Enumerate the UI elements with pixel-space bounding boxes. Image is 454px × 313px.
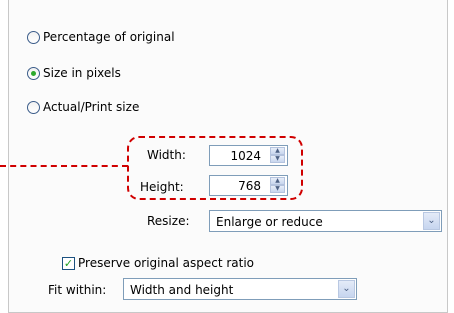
resize-value: Enlarge or reduce — [216, 215, 323, 229]
resize-select[interactable]: Enlarge or reduce ⌄ — [209, 210, 442, 232]
fit-within-label: Fit within: — [48, 283, 107, 297]
chevron-down-icon[interactable]: ⌄ — [338, 280, 355, 298]
radio-actual-print-size[interactable] — [27, 101, 40, 114]
percentage-label: Percentage of original — [43, 30, 175, 44]
highlight-leader-line — [0, 165, 128, 167]
chevron-down-icon[interactable]: ⌄ — [423, 212, 440, 230]
resize-label: Resize: — [147, 214, 190, 228]
actual-print-size-label: Actual/Print size — [43, 100, 140, 114]
preserve-aspect-checkbox[interactable]: ✓ — [62, 257, 75, 270]
radio-size-in-pixels[interactable] — [27, 67, 40, 80]
preserve-aspect-label: Preserve original aspect ratio — [78, 256, 255, 270]
fit-within-select[interactable]: Width and height ⌄ — [123, 278, 357, 300]
radio-percentage-of-original[interactable] — [27, 31, 40, 44]
fit-within-value: Width and height — [130, 283, 234, 297]
highlight-outline — [127, 136, 303, 200]
size-in-pixels-label: Size in pixels — [43, 66, 121, 80]
